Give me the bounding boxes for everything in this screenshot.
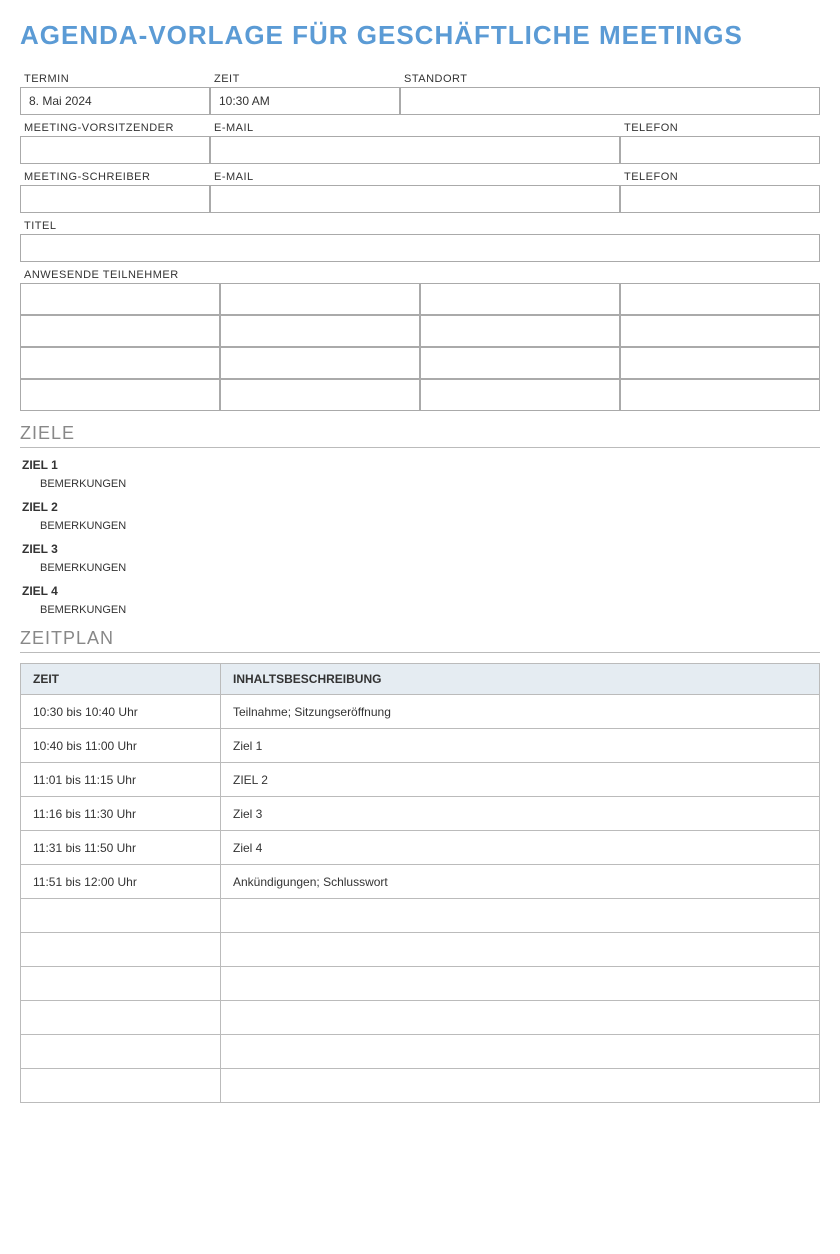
table-row [21,1001,820,1035]
schedule-time-cell[interactable]: 11:01 bis 11:15 Uhr [21,763,221,797]
goal-remark: BEMERKUNGEN [40,478,820,490]
attendee-cell[interactable] [620,379,820,411]
label-chair: MEETING-VORSITZENDER [20,118,210,136]
input-chair-email[interactable] [210,136,620,164]
attendee-cell[interactable] [620,347,820,379]
table-row [21,933,820,967]
schedule-header-time: ZEIT [21,664,221,695]
table-row [21,967,820,1001]
row-date-time-location: TERMIN ZEIT STANDORT 8. Mai 2024 10:30 A… [20,69,820,115]
table-row [21,899,820,933]
label-scribe: MEETING-SCHREIBER [20,167,210,185]
label-chair-email: E-MAIL [210,118,620,136]
table-row: 11:01 bis 11:15 UhrZIEL 2 [21,763,820,797]
attendee-cell[interactable] [420,347,620,379]
attendee-cell[interactable] [620,315,820,347]
schedule-time-cell[interactable] [21,1035,221,1069]
goal-item: ZIEL 3 BEMERKUNGEN [20,542,820,574]
label-chair-phone: TELEFON [620,118,820,136]
schedule-time-cell[interactable] [21,1069,221,1103]
goal-title: ZIEL 4 [22,584,820,598]
schedule-desc-cell[interactable]: Teilnahme; Sitzungseröffnung [221,695,820,729]
attendee-cell[interactable] [20,347,220,379]
schedule-time-cell[interactable] [21,933,221,967]
goal-remark: BEMERKUNGEN [40,562,820,574]
row-chair: MEETING-VORSITZENDER E-MAIL TELEFON [20,118,820,164]
input-time[interactable]: 10:30 AM [210,87,400,115]
schedule-header-desc: INHALTSBESCHREIBUNG [221,664,820,695]
goal-item: ZIEL 2 BEMERKUNGEN [20,500,820,532]
attendee-cell[interactable] [20,379,220,411]
schedule-time-cell[interactable]: 11:16 bis 11:30 Uhr [21,797,221,831]
input-title[interactable] [20,234,820,262]
table-row: 11:16 bis 11:30 UhrZiel 3 [21,797,820,831]
schedule-time-cell[interactable] [21,1001,221,1035]
schedule-desc-cell[interactable]: Ziel 3 [221,797,820,831]
row-title: TITEL [20,216,820,262]
schedule-desc-cell[interactable] [221,967,820,1001]
input-scribe[interactable] [20,185,210,213]
schedule-desc-cell[interactable] [221,933,820,967]
goal-item: ZIEL 1 BEMERKUNGEN [20,458,820,490]
table-row: 11:51 bis 12:00 UhrAnkündigungen; Schlus… [21,865,820,899]
page-title: AGENDA-VORLAGE FÜR GESCHÄFTLICHE MEETING… [20,20,820,51]
label-attendees: ANWESENDE TEILNEHMER [20,265,183,283]
label-location: STANDORT [400,69,820,87]
schedule-time-cell[interactable]: 11:31 bis 11:50 Uhr [21,831,221,865]
schedule-desc-cell[interactable]: Ziel 1 [221,729,820,763]
table-row [21,1035,820,1069]
input-scribe-phone[interactable] [620,185,820,213]
schedule-time-cell[interactable]: 10:30 bis 10:40 Uhr [21,695,221,729]
input-scribe-email[interactable] [210,185,620,213]
row-scribe: MEETING-SCHREIBER E-MAIL TELEFON [20,167,820,213]
schedule-time-cell[interactable]: 10:40 bis 11:00 Uhr [21,729,221,763]
goal-item: ZIEL 4 BEMERKUNGEN [20,584,820,616]
attendee-cell[interactable] [20,315,220,347]
schedule-time-cell[interactable] [21,967,221,1001]
attendee-cell[interactable] [420,283,620,315]
attendee-cell[interactable] [220,347,420,379]
goal-remark: BEMERKUNGEN [40,604,820,616]
attendee-cell[interactable] [420,379,620,411]
schedule-time-cell[interactable] [21,899,221,933]
table-row: 10:30 bis 10:40 UhrTeilnahme; Sitzungser… [21,695,820,729]
row-attendees: ANWESENDE TEILNEHMER [20,265,820,411]
table-row [21,1069,820,1103]
table-row: 10:40 bis 11:00 UhrZiel 1 [21,729,820,763]
attendee-cell[interactable] [220,283,420,315]
input-location[interactable] [400,87,820,115]
label-time: ZEIT [210,69,400,87]
schedule-desc-cell[interactable] [221,1035,820,1069]
table-row: 11:31 bis 11:50 UhrZiel 4 [21,831,820,865]
label-date: TERMIN [20,69,210,87]
schedule-desc-cell[interactable]: Ankündigungen; Schlusswort [221,865,820,899]
goals-list: ZIEL 1 BEMERKUNGEN ZIEL 2 BEMERKUNGEN ZI… [20,458,820,616]
goal-remark: BEMERKUNGEN [40,520,820,532]
label-scribe-phone: TELEFON [620,167,820,185]
schedule-table: ZEIT INHALTSBESCHREIBUNG 10:30 bis 10:40… [20,663,820,1103]
schedule-desc-cell[interactable]: ZIEL 2 [221,763,820,797]
goal-title: ZIEL 2 [22,500,820,514]
input-chair[interactable] [20,136,210,164]
goal-title: ZIEL 1 [22,458,820,472]
attendee-cell[interactable] [620,283,820,315]
attendee-cell[interactable] [20,283,220,315]
schedule-desc-cell[interactable] [221,1069,820,1103]
attendee-cell[interactable] [220,379,420,411]
label-title: TITEL [20,216,60,234]
attendee-cell[interactable] [220,315,420,347]
input-date[interactable]: 8. Mai 2024 [20,87,210,115]
section-goals-heading: ZIELE [20,423,820,448]
schedule-desc-cell[interactable]: Ziel 4 [221,831,820,865]
goal-title: ZIEL 3 [22,542,820,556]
section-schedule-heading: ZEITPLAN [20,628,820,653]
schedule-time-cell[interactable]: 11:51 bis 12:00 Uhr [21,865,221,899]
attendees-grid [20,283,820,411]
input-chair-phone[interactable] [620,136,820,164]
schedule-desc-cell[interactable] [221,899,820,933]
attendee-cell[interactable] [420,315,620,347]
label-scribe-email: E-MAIL [210,167,620,185]
schedule-desc-cell[interactable] [221,1001,820,1035]
